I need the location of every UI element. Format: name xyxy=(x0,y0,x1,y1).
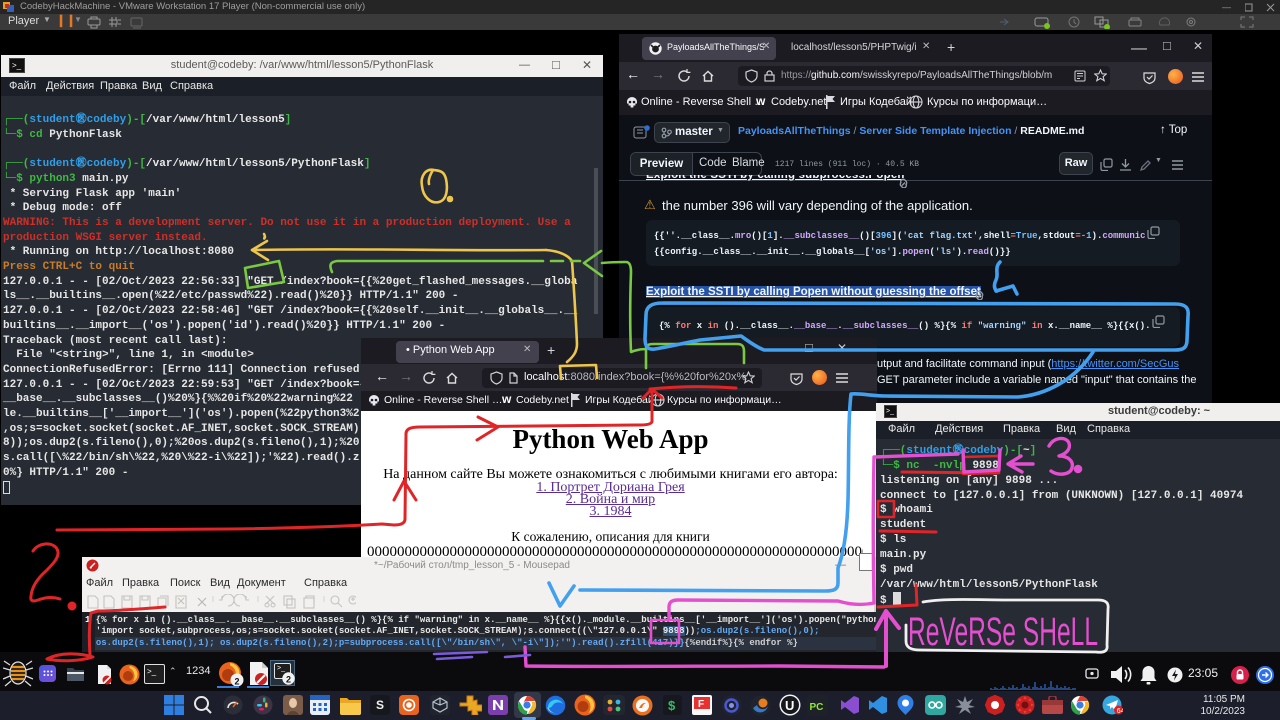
svg-text:ReVeRSe SHeLL: ReVeRSe SHeLL xyxy=(908,610,1098,654)
